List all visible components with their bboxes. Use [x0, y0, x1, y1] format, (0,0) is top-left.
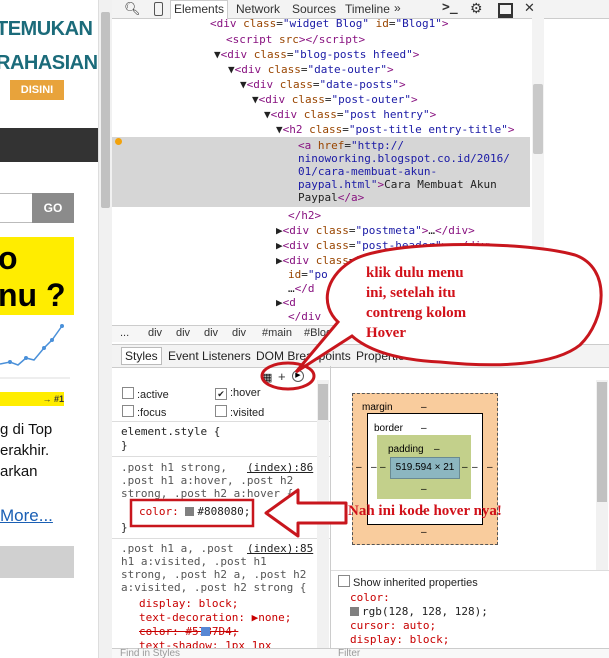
annotation-overlay: [129, 243, 603, 538]
arrow-note: Nah ini kode hover nya!: [348, 503, 502, 519]
callout-text: contreng kolom: [366, 305, 467, 321]
callout-text: ini, setelah itu: [366, 285, 456, 301]
arrow-shape: [264, 488, 348, 538]
callout-text: klik dulu menu: [366, 265, 464, 281]
highlight-circle: [260, 361, 316, 391]
callout-text: Hover: [366, 325, 406, 341]
highlight-box: [129, 498, 255, 528]
